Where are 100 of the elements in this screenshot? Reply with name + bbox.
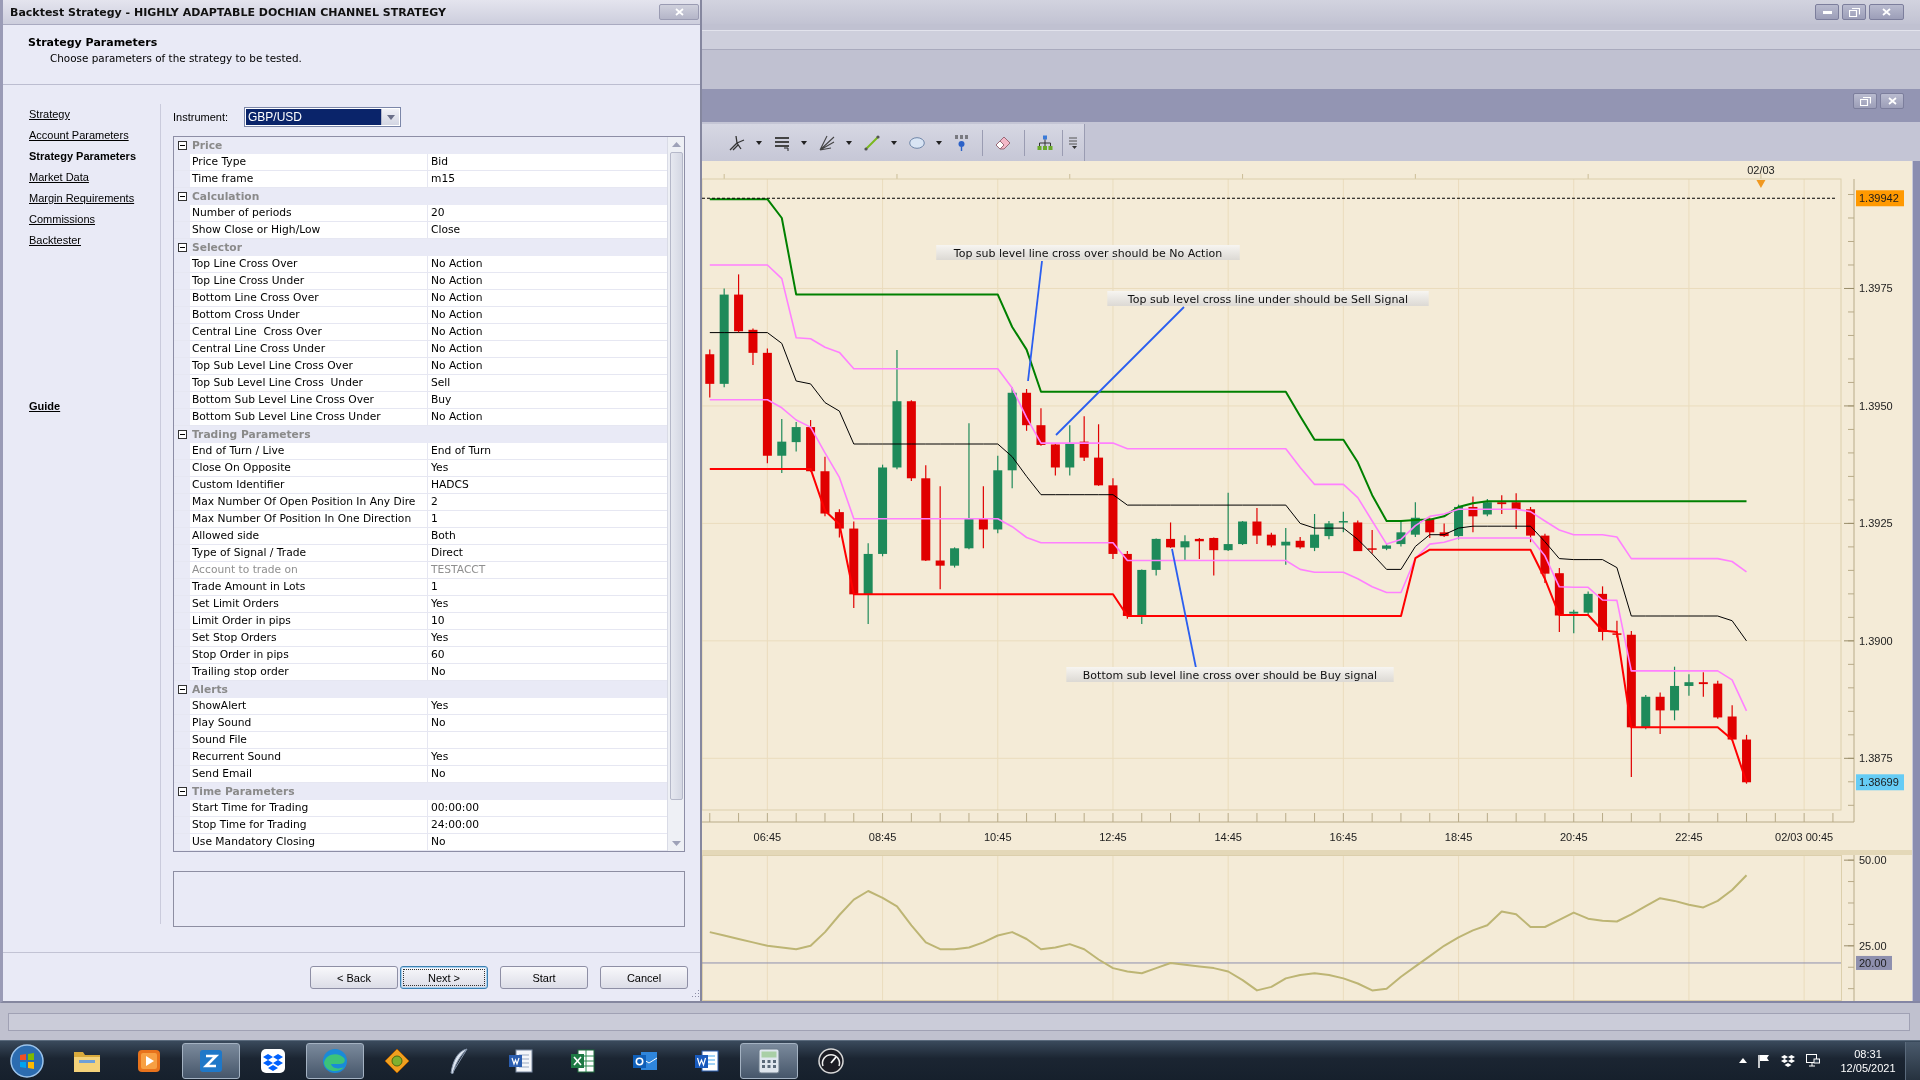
- restore-button[interactable]: [1853, 93, 1877, 109]
- close-button[interactable]: [1869, 4, 1904, 20]
- property-row[interactable]: Bottom Cross Under No Action: [174, 307, 667, 324]
- property-value[interactable]: No: [431, 716, 446, 729]
- dialog-button[interactable]: Start: [500, 966, 588, 989]
- property-value[interactable]: No Action: [431, 257, 483, 270]
- property-value[interactable]: Close: [431, 223, 461, 236]
- property-row[interactable]: Stop Order in pips 60: [174, 647, 667, 664]
- dialog-button[interactable]: < Back: [310, 966, 398, 989]
- box-icon[interactable]: [1781, 1054, 1795, 1067]
- monitor-icon[interactable]: [1806, 1054, 1820, 1067]
- scrollbar-thumb[interactable]: [669, 152, 683, 800]
- property-row[interactable]: Top Sub Level Line Cross Under Sell: [174, 375, 667, 392]
- taskbar-button[interactable]: [182, 1042, 240, 1079]
- restore-button[interactable]: [1842, 4, 1866, 20]
- property-row[interactable]: Type of Signal / Trade Direct: [174, 545, 667, 562]
- property-value[interactable]: No: [431, 665, 446, 678]
- property-value[interactable]: No: [431, 767, 446, 780]
- property-value[interactable]: Yes: [431, 631, 449, 644]
- property-value[interactable]: No Action: [431, 308, 483, 321]
- flag-icon[interactable]: [1758, 1053, 1770, 1068]
- nav-link[interactable]: Backtester: [29, 230, 81, 251]
- property-row[interactable]: ShowAlert Yes: [174, 698, 667, 715]
- property-value[interactable]: No: [431, 835, 446, 848]
- scrollbar[interactable]: [667, 137, 684, 851]
- caret-icon[interactable]: [846, 140, 852, 145]
- collapse-icon[interactable]: [177, 243, 187, 252]
- property-value[interactable]: Yes: [431, 597, 449, 610]
- property-value[interactable]: Sell: [431, 376, 451, 389]
- property-value[interactable]: No Action: [431, 410, 483, 423]
- nav-link[interactable]: Margin Requirements: [29, 188, 135, 209]
- collapse-icon[interactable]: [177, 192, 187, 201]
- property-row[interactable]: Time frame m15: [174, 171, 667, 188]
- property-row[interactable]: Play Sound No: [174, 715, 667, 732]
- caret-icon[interactable]: [936, 140, 942, 145]
- property-row[interactable]: End of Turn / Live End of Turn: [174, 443, 667, 460]
- collapse-icon[interactable]: [177, 141, 187, 150]
- property-row[interactable]: Top Line Cross Under No Action: [174, 273, 667, 290]
- property-row[interactable]: Bottom Line Cross Over No Action: [174, 290, 667, 307]
- property-value[interactable]: No Action: [431, 359, 483, 372]
- caret-icon[interactable]: [891, 140, 897, 145]
- pitchfork-icon[interactable]: [729, 134, 745, 151]
- property-row[interactable]: Number of periods 20: [174, 205, 667, 222]
- property-value[interactable]: Buy: [431, 393, 452, 406]
- property-value[interactable]: End of Turn: [431, 444, 492, 457]
- property-value[interactable]: Direct: [431, 546, 463, 559]
- property-value[interactable]: 60: [431, 648, 445, 661]
- property-value[interactable]: Bid: [431, 155, 449, 168]
- property-row[interactable]: Central Line Cross Over No Action: [174, 324, 667, 341]
- property-value[interactable]: 1: [431, 512, 438, 525]
- minimize-button[interactable]: [1815, 4, 1839, 20]
- property-row[interactable]: Top Line Cross Over No Action: [174, 256, 667, 273]
- overflow-icon[interactable]: [1069, 136, 1078, 149]
- property-row[interactable]: Central Line Cross Under No Action: [174, 341, 667, 358]
- taskbar-button[interactable]: [740, 1042, 798, 1079]
- caret-icon[interactable]: [756, 140, 762, 145]
- property-row[interactable]: Bottom Sub Level Line Cross Under No Action: [174, 409, 667, 426]
- property-value[interactable]: HADCS: [431, 478, 469, 491]
- property-value[interactable]: 10: [431, 614, 445, 627]
- property-row[interactable]: Max Number Of Open Position In Any Dire 2: [174, 494, 667, 511]
- collapse-icon[interactable]: [177, 430, 187, 439]
- property-row[interactable]: Send Email No: [174, 766, 667, 783]
- nav-link[interactable]: Strategy: [29, 104, 70, 125]
- close-button[interactable]: [659, 4, 699, 20]
- collapse-icon[interactable]: [177, 787, 187, 796]
- chevron-up-icon[interactable]: [1739, 1058, 1747, 1063]
- eraser-icon[interactable]: [995, 135, 1011, 150]
- dialog-button[interactable]: Next >: [400, 966, 488, 989]
- property-row[interactable]: Set Stop Orders Yes: [174, 630, 667, 647]
- property-row[interactable]: Custom Identifier HADCS: [174, 477, 667, 494]
- property-row[interactable]: Set Limit Orders Yes: [174, 596, 667, 613]
- line-icon[interactable]: [864, 134, 880, 151]
- property-value[interactable]: 24:00:00: [431, 818, 479, 831]
- property-value[interactable]: No Action: [431, 325, 483, 338]
- property-row[interactable]: Trailing stop order No: [174, 664, 667, 681]
- property-row[interactable]: Start Time for Trading 00:00:00: [174, 800, 667, 817]
- property-row[interactable]: Use Mandatory Closing No: [174, 834, 667, 851]
- lines-icon[interactable]: [774, 134, 790, 151]
- property-value[interactable]: 1: [431, 580, 438, 593]
- property-value[interactable]: Yes: [431, 699, 449, 712]
- instrument-dropdown[interactable]: GBP/USD: [244, 107, 401, 127]
- property-row[interactable]: Sound File: [174, 732, 667, 749]
- property-value[interactable]: 00:00:00: [431, 801, 479, 814]
- close-button[interactable]: [1880, 93, 1904, 109]
- hierarchy-icon[interactable]: [1037, 134, 1053, 151]
- nav-link[interactable]: Commissions: [29, 209, 95, 230]
- property-row[interactable]: Max Number Of Position In One Direction 1: [174, 511, 667, 528]
- property-value[interactable]: 2: [431, 495, 438, 508]
- property-value[interactable]: Both: [431, 529, 456, 542]
- property-row[interactable]: Trade Amount in Lots 1: [174, 579, 667, 596]
- property-value[interactable]: No Action: [431, 342, 483, 355]
- property-value[interactable]: No Action: [431, 274, 483, 287]
- property-value[interactable]: Yes: [431, 750, 449, 763]
- property-row[interactable]: Show Close or High/Low Close: [174, 222, 667, 239]
- caret-icon[interactable]: [801, 140, 807, 145]
- property-row[interactable]: Close On Opposite Yes: [174, 460, 667, 477]
- property-row[interactable]: Allowed side Both: [174, 528, 667, 545]
- property-row[interactable]: Price Type Bid: [174, 154, 667, 171]
- property-value[interactable]: No Action: [431, 291, 483, 304]
- property-value[interactable]: 20: [431, 206, 445, 219]
